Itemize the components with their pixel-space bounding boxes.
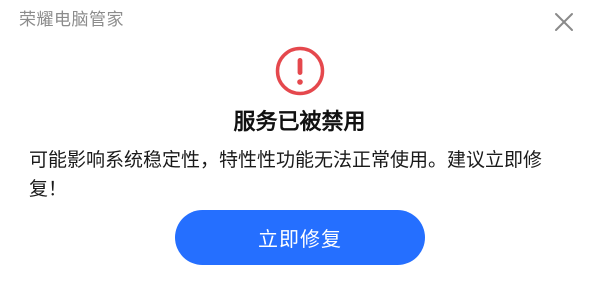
- warning-icon-wrap: [274, 45, 326, 97]
- dialog-title: 服务已被禁用: [233, 110, 366, 135]
- close-icon: [555, 13, 573, 31]
- dialog-message: 可能影响系统稳定性，特性性功能无法正常使用。建议立即修复！: [29, 149, 543, 200]
- repair-now-button[interactable]: 立即修复: [175, 210, 425, 265]
- service-disabled-dialog: 荣耀电脑管家 服务已被禁用 可能影响系统稳定性，特性性功能无法正常使用。建议立即…: [0, 0, 599, 295]
- close-button[interactable]: [548, 6, 580, 38]
- exclamation-circle-icon: [275, 46, 325, 96]
- app-title: 荣耀电脑管家: [19, 10, 124, 30]
